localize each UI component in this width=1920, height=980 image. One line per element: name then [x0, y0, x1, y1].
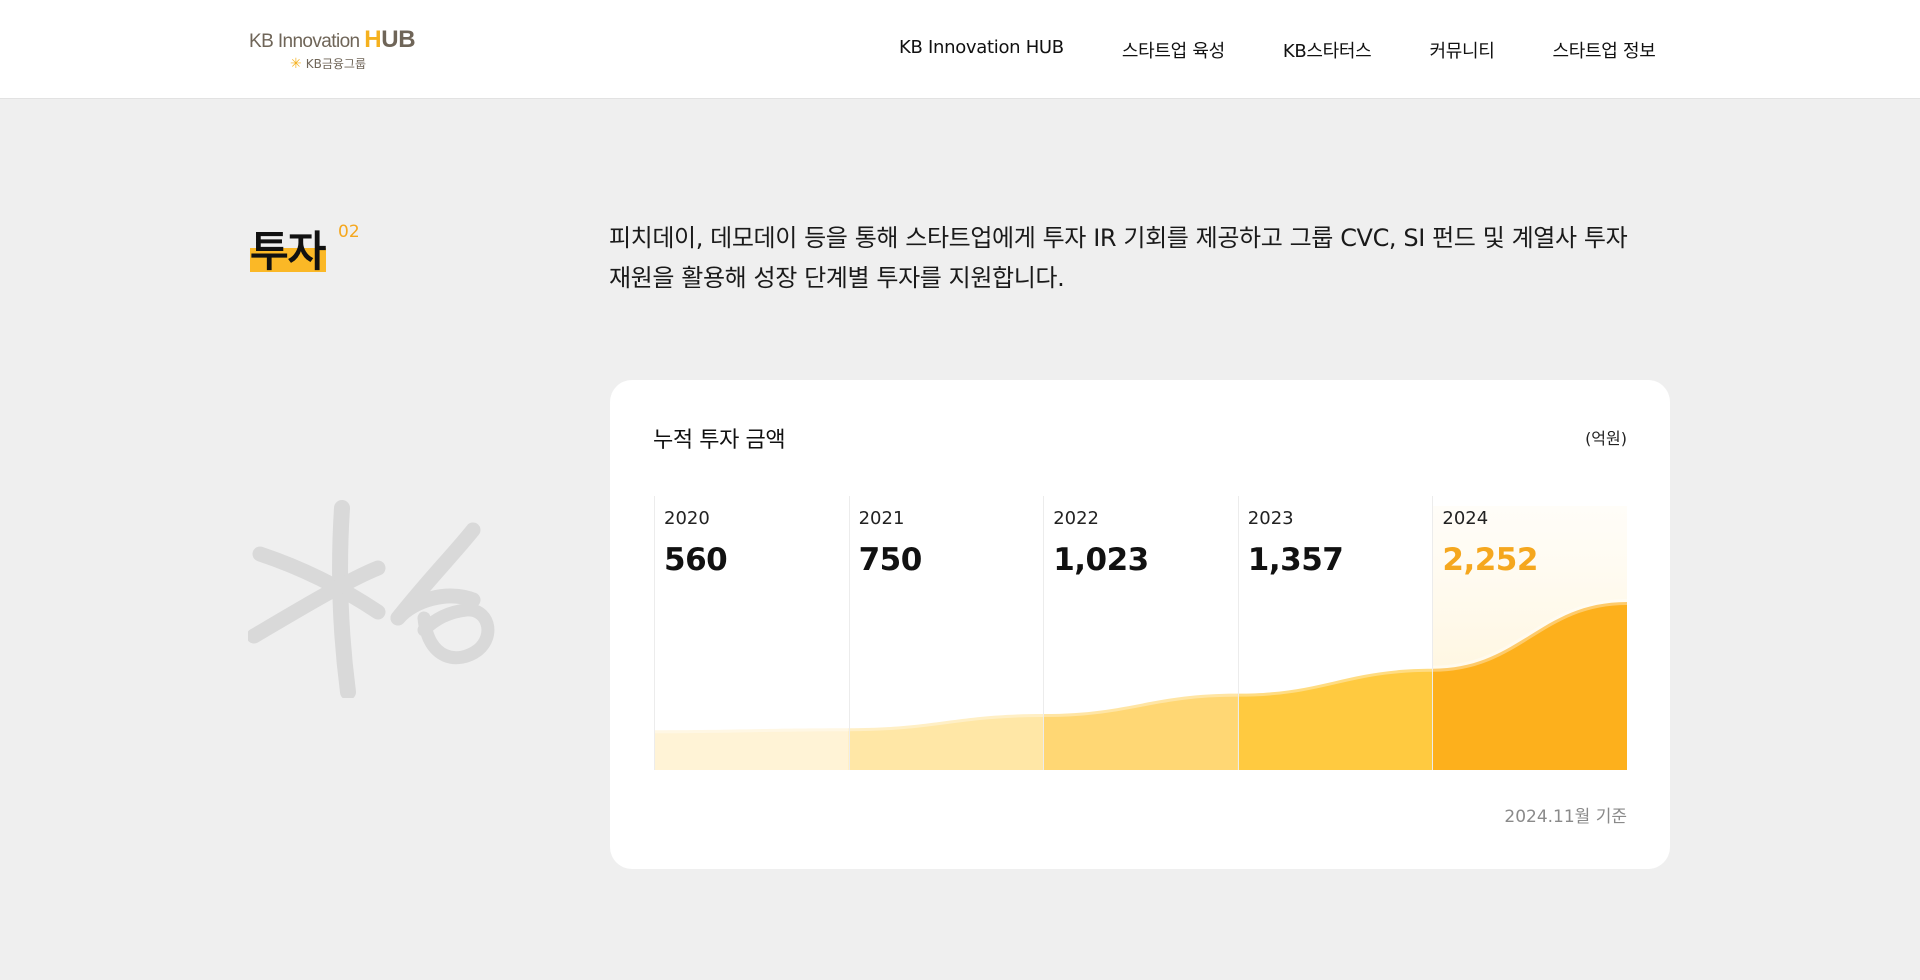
chart-column-2023: 2023 1,357 [1237, 496, 1433, 770]
card-unit: (억원) [1585, 429, 1627, 448]
data-reference-note: 2024.11월 기준 [1504, 807, 1627, 827]
value-label: 1,023 [1053, 542, 1149, 578]
logo-subline: ✳ KB금융그룹 [290, 55, 366, 72]
logo-sub-text: KB금융그룹 [305, 57, 366, 71]
year-label: 2020 [664, 508, 710, 529]
kb-watermark-logo [248, 500, 495, 698]
value-label: 2,252 [1442, 542, 1538, 578]
nav-community[interactable]: 커뮤니티 [1429, 37, 1494, 63]
kb-star-icon: ✳ [290, 55, 302, 72]
chart-column-2024: 2024 2,252 [1432, 496, 1627, 770]
section-description: 피치데이, 데모데이 등을 통해 스타트업에게 투자 IR 기회를 제공하고 그… [609, 218, 1649, 298]
description-line-2: 재원을 활용해 성장 단계별 투자를 지원합니다. [609, 264, 1065, 292]
chart-column-2021: 2021 750 [848, 496, 1044, 770]
logo-main-text: KB Innovation [249, 31, 360, 52]
nav-kb-starters[interactable]: KB스타터스 [1283, 37, 1372, 63]
kb-innovation-hub-logo[interactable]: KB Innovation HUB ✳ KB금융그룹 [249, 26, 429, 76]
logo-hub-text: HUB [364, 26, 416, 53]
main-nav: KB Innovation HUB 스타트업 육성 KB스타터스 커뮤니티 스타… [899, 37, 1656, 63]
year-label: 2022 [1053, 508, 1099, 529]
value-label: 750 [858, 542, 923, 578]
chart-column-2022: 2022 1,023 [1043, 496, 1238, 770]
year-label: 2021 [858, 508, 905, 529]
nav-kb-innovation-hub[interactable]: KB Innovation HUB [899, 37, 1064, 63]
section-title: 투자 02 [250, 218, 360, 279]
investment-card: 누적 투자 금액 (억원) 2020 560 2021 750 2022 1,0… [610, 380, 1670, 869]
description-line-1: 피치데이, 데모데이 등을 통해 스타트업에게 투자 IR 기회를 제공하고 그… [609, 224, 1628, 252]
value-label: 1,357 [1247, 542, 1344, 578]
nav-startup-growth[interactable]: 스타트업 육성 [1122, 37, 1225, 63]
year-label: 2023 [1247, 508, 1294, 529]
site-header: KB Innovation HUB ✳ KB금융그룹 KB Innovation… [0, 0, 1920, 99]
year-label: 2024 [1442, 508, 1489, 529]
cumulative-investment-chart: 2020 560 2021 750 2022 1,023 2023 1,357 … [654, 496, 1627, 770]
card-title: 누적 투자 금액 [653, 428, 786, 453]
logo-wordmark: KB Innovation HUB [249, 26, 416, 54]
value-label: 560 [664, 542, 728, 578]
page-title: 투자 [250, 227, 326, 276]
section-number: 02 [338, 222, 360, 242]
chart-column-2020: 2020 560 [654, 496, 849, 770]
nav-startup-info[interactable]: 스타트업 정보 [1552, 37, 1655, 63]
